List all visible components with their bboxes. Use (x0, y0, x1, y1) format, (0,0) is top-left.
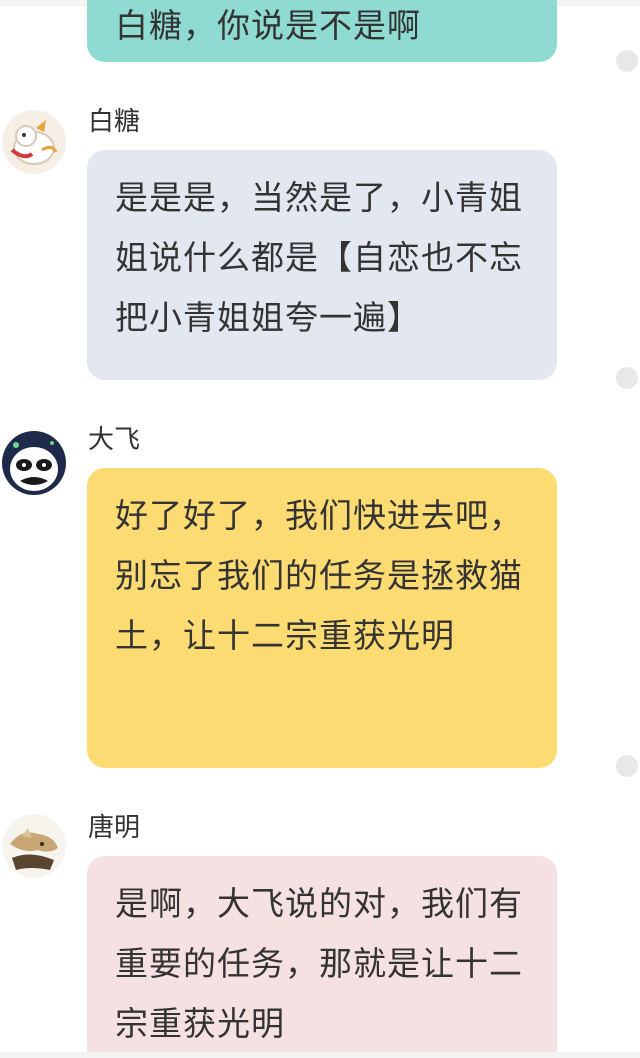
white-cat-avatar-icon[interactable] (2, 110, 66, 174)
sender-name-3: 唐明 (88, 813, 141, 843)
message-text-1: 是是是，当然是了，小青姐姐说什么都是【自恋也不忘把小青姐姐夸一遍】 (115, 178, 523, 337)
message-bubble-0[interactable]: 白糖，你说是不是啊 (87, 0, 557, 62)
scroll-indicator (616, 755, 638, 777)
message-text-2: 好了好了，我们快进去吧，别忘了我们的任务是拯救猫土，让十二宗重获光明 (115, 496, 523, 655)
sender-name-2: 大飞 (88, 425, 141, 455)
message-text-0: 白糖，你说是不是啊 (115, 6, 421, 45)
sender-name-1: 白糖 (88, 107, 141, 137)
cat-avatar-icon[interactable] (2, 814, 66, 878)
scroll-indicator (616, 367, 638, 389)
message-bubble-3[interactable]: 是啊，大飞说的对，我们有重要的任务，那就是让十二宗重获光明 (87, 856, 557, 1058)
message-bubble-2[interactable]: 好了好了，我们快进去吧，别忘了我们的任务是拯救猫土，让十二宗重获光明 (87, 468, 557, 768)
message-text-3: 是啊，大飞说的对，我们有重要的任务，那就是让十二宗重获光明 (115, 884, 523, 1043)
chat-screen: 白糖，你说是不是啊 白糖 是是是，当然是了，小青姐姐说什么都是【自恋也不忘把小青… (0, 0, 640, 1058)
bottom-divider (0, 1052, 640, 1058)
panda-avatar-icon[interactable] (2, 431, 66, 495)
message-bubble-1[interactable]: 是是是，当然是了，小青姐姐说什么都是【自恋也不忘把小青姐姐夸一遍】 (87, 150, 557, 380)
scroll-indicator (616, 50, 638, 72)
